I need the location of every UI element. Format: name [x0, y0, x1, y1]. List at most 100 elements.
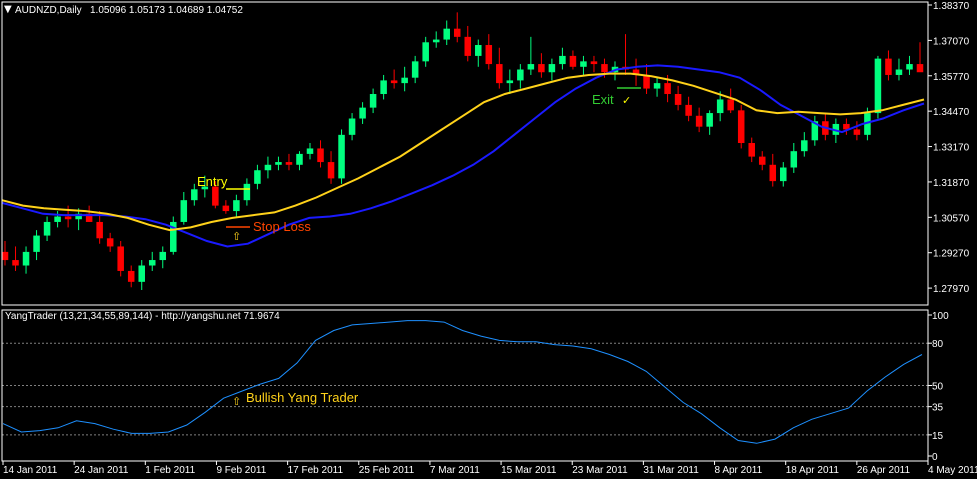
candle-body	[559, 55, 566, 65]
candle-body	[716, 99, 724, 114]
chart-canvas: 1.38370 1.37070 1.35770 1.34470 1.33170 1.318…	[1, 1, 977, 476]
candle-body	[685, 104, 692, 116]
candle-body	[306, 148, 314, 154]
price-tick-label: 1.27970	[933, 284, 970, 295]
candle-body	[853, 129, 861, 135]
entry-arrow-icon: ⇧	[232, 230, 241, 243]
oscillator-tick-label: 100	[932, 311, 949, 322]
candle-body	[790, 151, 798, 168]
candle-body	[348, 118, 356, 135]
candle-body	[148, 260, 156, 266]
price-tick-label: 1.37070	[933, 36, 970, 47]
candle-body	[159, 251, 167, 261]
candle-body	[233, 200, 240, 212]
date-tick-label: 8 Apr 2011	[715, 465, 763, 476]
candle-body	[748, 143, 755, 157]
fast-ma-line	[1, 64, 925, 248]
date-tick-label: 7 Mar 2011	[430, 465, 480, 476]
oscillator-panel-border	[1, 309, 929, 462]
indicator-label: YangTrader (13,21,34,55,89,144) - http:/…	[5, 311, 280, 322]
date-tick-label: 1 Feb 2011	[145, 465, 195, 476]
candle-body	[264, 164, 272, 171]
date-tick-label: 26 Apr 2011	[857, 465, 911, 476]
price-tick-label: 1.29270	[933, 249, 970, 260]
candle-body	[317, 148, 324, 163]
candle-body	[369, 94, 377, 108]
candle-body	[769, 164, 777, 182]
candle-body	[874, 58, 882, 114]
candle-body	[569, 55, 577, 67]
candle-body	[401, 77, 408, 84]
candle-body	[590, 61, 598, 65]
date-tick-label: 9 Feb 2011	[216, 465, 266, 476]
candle-body	[643, 74, 650, 89]
candle-body	[390, 80, 398, 84]
candle-body	[580, 61, 587, 67]
candle-body	[758, 156, 766, 165]
candle-body	[916, 64, 924, 73]
bullish-label: Bullish Yang Trader	[246, 390, 359, 405]
candle-body	[54, 216, 61, 222]
candle-body	[127, 270, 135, 282]
candle-body	[432, 39, 440, 43]
oscillator-tick-label: 15	[932, 431, 944, 442]
candle-body	[22, 251, 30, 266]
candle-body	[327, 162, 335, 179]
symbol-label: AUDNZD,Daily	[15, 5, 82, 16]
candle-body	[653, 83, 661, 89]
candle-body	[737, 110, 745, 144]
date-tick-label: 24 Jan 2011	[74, 465, 129, 476]
price-tick-label: 1.30570	[933, 213, 970, 224]
candle-body	[191, 189, 198, 201]
candle-body	[106, 238, 114, 247]
date-tick-label: 25 Feb 2011	[359, 465, 415, 476]
symbol-dropdown-icon[interactable]: ▼	[4, 4, 12, 15]
candle-body	[359, 107, 366, 119]
candle-body	[443, 28, 450, 40]
candle-body	[780, 167, 787, 182]
candle-body	[422, 42, 429, 62]
bullish-arrow-icon: ⇧	[232, 395, 241, 408]
date-tick-label: 23 Mar 2011	[572, 465, 628, 476]
price-panel	[1, 12, 925, 291]
oscillator-tick-label: 35	[932, 403, 944, 414]
oscillator-tick-label: 50	[932, 382, 944, 393]
candle-body	[12, 260, 19, 266]
candle-body	[243, 183, 251, 201]
candle-body	[464, 36, 472, 56]
candle-body	[885, 58, 892, 75]
date-tick-label: 15 Mar 2011	[501, 465, 557, 476]
candle-body	[527, 64, 535, 70]
date-tick-label: 18 Apr 2011	[786, 465, 840, 476]
candle-body	[496, 64, 503, 84]
slow-ma-line	[1, 72, 925, 232]
date-tick-label: 14 Jan 2011	[3, 465, 58, 476]
candle-body	[212, 186, 219, 206]
candle-body	[117, 246, 124, 271]
candle-body	[727, 99, 734, 111]
oscillator-line	[2, 320, 923, 444]
candle-body	[674, 94, 682, 105]
price-tick-label: 1.31870	[933, 178, 970, 189]
stop-loss-label: Stop Loss	[253, 219, 311, 234]
candle-body	[706, 113, 713, 127]
ohlc-values: 1.05096 1.05173 1.04689 1.04752	[90, 5, 243, 16]
candle-body	[801, 140, 808, 152]
date-tick-label: 4 May 2011	[928, 465, 977, 476]
candle-body	[222, 205, 230, 212]
candle-body	[517, 69, 524, 81]
candle-body	[895, 69, 903, 75]
candle-body	[275, 162, 282, 165]
candle-body	[506, 80, 514, 84]
date-tick-label: 17 Feb 2011	[288, 465, 344, 476]
candle-body	[411, 61, 419, 78]
candle-body	[664, 83, 671, 95]
candle-body	[43, 221, 51, 236]
oscillator-tick-label: 0	[932, 452, 938, 463]
oscillator-tick-label: 80	[932, 339, 944, 350]
entry-label: Entry	[197, 174, 228, 189]
candle-body	[485, 45, 493, 65]
axes: 1.38370 1.37070 1.35770 1.34470 1.33170 1.318…	[1, 1, 977, 476]
candle-body	[906, 64, 913, 70]
candle-body	[138, 265, 145, 282]
